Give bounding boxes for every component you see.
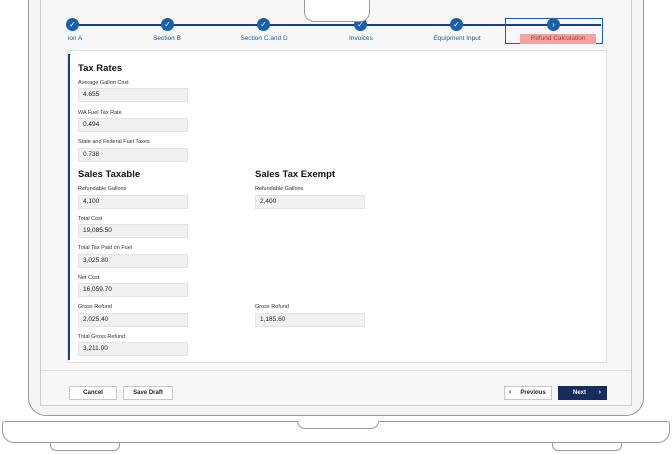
app-screen: ✓ ion A ✓ Section B ✓ Section C and D ✓ … [40,0,632,406]
next-button[interactable]: Next › [558,386,607,400]
laptop-base [2,421,670,443]
wa-fuel-tax-rate-label: WA Fuel Tax Rate [78,110,122,116]
state-federal-fuel-taxes-label: State and Federal Fuel Taxes [78,139,150,145]
previous-button-label: Previous [520,390,546,396]
state-federal-fuel-taxes-field[interactable]: 0.738 [78,148,188,162]
wa-fuel-tax-rate-field[interactable]: 0.494 [78,118,188,132]
step-2-label[interactable]: Section B [153,35,181,42]
laptop-foot-left [50,443,120,451]
sales-tax-exempt-title: Sales Tax Exempt [255,169,336,180]
average-gallon-cost-field[interactable]: 4.655 [78,88,188,102]
step-2-check-icon[interactable]: ✓ [161,18,174,31]
step-4-label[interactable]: Invoices [349,35,373,42]
save-draft-button[interactable]: Save Draft [123,386,173,400]
net-cost-label: Net Cost [78,275,100,281]
net-cost-field[interactable]: 16,059.70 [78,283,188,297]
total-tax-paid-label: Total Tax Paid on Fuel [78,245,133,251]
total-gross-refund-field[interactable]: 3,211.00 [78,342,188,356]
step-1-label[interactable]: ion A [68,35,82,42]
total-tax-paid-field[interactable]: 3,025.80 [78,254,188,268]
exempt-gross-refund-label: Gross Refund [255,304,289,310]
total-cost-field[interactable]: 19,085.50 [78,224,188,238]
taxable-refundable-gallons-label: Refundable Gallons [78,186,127,192]
total-gross-refund-label: Total Gross Refund [78,334,126,340]
form-footer: Cancel Save Draft ‹ Previous Next › [41,370,631,405]
sales-taxable-title: Sales Taxable [78,169,141,180]
previous-button[interactable]: ‹ Previous [504,386,552,400]
tax-rates-title: Tax Rates [78,63,123,74]
step-5-check-icon[interactable]: ✓ [450,18,463,31]
average-gallon-cost-label: Average Gallon Cost [78,80,129,86]
taxable-refundable-gallons-field[interactable]: 4,100 [78,195,188,209]
step-3-label[interactable]: Section C and D [240,35,287,42]
exempt-refundable-gallons-field[interactable]: 2,400 [255,195,365,209]
cancel-button[interactable]: Cancel [69,386,117,400]
step-3-check-icon[interactable]: ✓ [257,18,270,31]
exempt-refundable-gallons-label: Refundable Gallons [255,186,304,192]
laptop-base-notch [297,421,379,429]
laptop-foot-right [552,443,622,451]
step-5-label[interactable]: Equipment Input [433,35,480,42]
exempt-gross-refund-field[interactable]: 1,185.60 [255,313,365,327]
step-1-check-icon[interactable]: ✓ [66,18,79,31]
taxable-gross-refund-label: Gross Refund [78,304,112,310]
total-cost-label: Total Cost [78,216,103,222]
step-6-chevron-right-icon[interactable]: › [547,18,560,31]
taxable-gross-refund-field[interactable]: 2,025.40 [78,313,188,327]
refund-calculation-card: Tax Rates Average Gallon Cost 4.655 WA F… [67,50,607,363]
laptop-camera-notch [304,0,370,22]
step-6-label[interactable]: Refund Calculation [520,34,596,44]
next-button-label: Next [572,390,586,396]
card-accent-bar [68,54,70,360]
chevron-left-icon: ‹ [509,389,512,396]
chevron-right-icon: › [598,389,601,396]
